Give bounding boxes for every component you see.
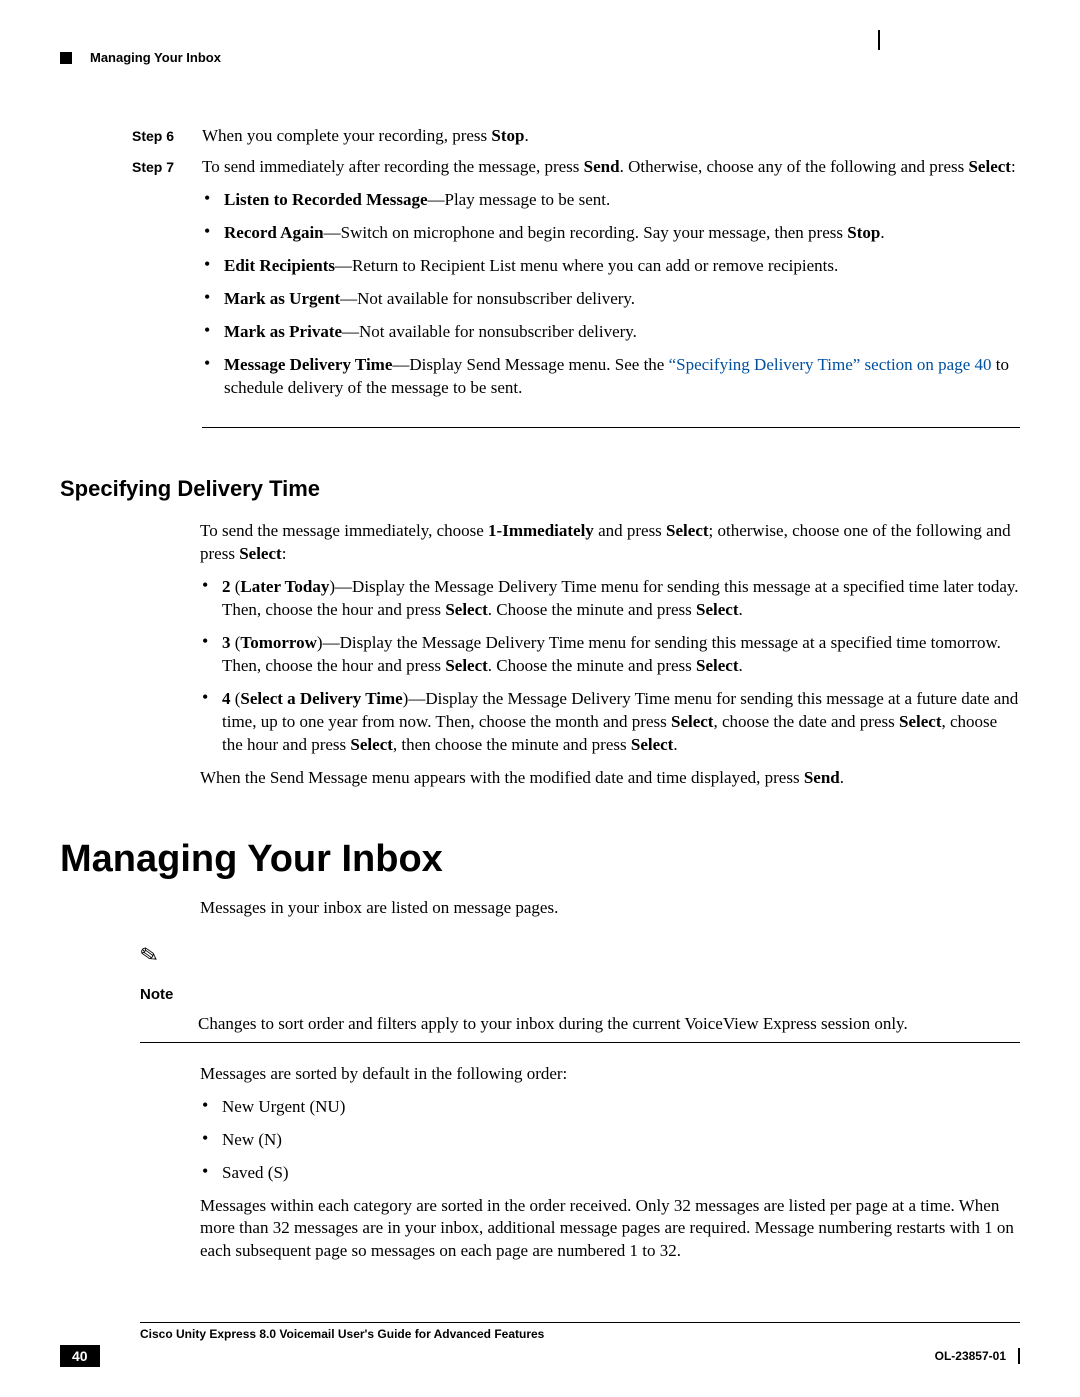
note-row: ✎ Note Changes to sort order and filters… — [140, 944, 1020, 1043]
note-text: Changes to sort order and filters apply … — [198, 1013, 1020, 1036]
list-item: Message Delivery Time—Display Send Messa… — [202, 354, 1020, 400]
step-row: Step 7 To send immediately after recordi… — [132, 156, 1020, 410]
note-block: ✎ Note Changes to sort order and filters… — [140, 944, 1020, 1043]
list-item: Record Again—Switch on microphone and be… — [202, 222, 1020, 245]
step-intro: To send immediately after recording the … — [202, 156, 1020, 179]
crop-mark-top — [878, 30, 880, 50]
footer-doc-title: Cisco Unity Express 8.0 Voicemail User's… — [140, 1327, 1020, 1341]
note-head: ✎ Note — [140, 944, 198, 1036]
paragraph: Messages within each category are sorted… — [200, 1195, 1020, 1264]
chapter-heading: Managing Your Inbox — [60, 838, 1020, 881]
list-item: 3 (Tomorrow)—Display the Message Deliver… — [200, 632, 1020, 678]
list-item: Mark as Urgent—Not available for nonsubs… — [202, 288, 1020, 311]
step-label: Step 7 — [132, 156, 202, 410]
running-header: Managing Your Inbox — [60, 50, 1020, 65]
step-body: To send immediately after recording the … — [202, 156, 1020, 410]
step-row: Step 6 When you complete your recording,… — [132, 125, 1020, 148]
crop-mark-bottom — [1018, 1348, 1020, 1364]
page: Managing Your Inbox Step 6 When you comp… — [0, 0, 1080, 1397]
paragraph: Messages in your inbox are listed on mes… — [200, 897, 1020, 920]
list-item: Listen to Recorded Message—Play message … — [202, 189, 1020, 212]
section-body: Messages in your inbox are listed on mes… — [200, 897, 1020, 920]
steps-divider — [202, 427, 1020, 428]
list-item: 2 (Later Today)—Display the Message Deli… — [200, 576, 1020, 622]
list-item: Saved (S) — [200, 1162, 1020, 1185]
list-item: New Urgent (NU) — [200, 1096, 1020, 1119]
section-heading: Specifying Delivery Time — [60, 476, 1020, 502]
footer-row: 40 OL-23857-01 — [60, 1345, 1020, 1367]
section-body: Messages are sorted by default in the fo… — [200, 1063, 1020, 1264]
pencil-icon: ✎ — [138, 942, 167, 968]
doc-id: OL-23857-01 — [935, 1349, 1012, 1363]
running-title: Managing Your Inbox — [90, 50, 221, 65]
paragraph: Messages are sorted by default in the fo… — [200, 1063, 1020, 1086]
footer-right: OL-23857-01 — [935, 1347, 1020, 1365]
steps-block: Step 6 When you complete your recording,… — [132, 125, 1020, 428]
list-item: 4 (Select a Delivery Time)—Display the M… — [200, 688, 1020, 757]
list-item: New (N) — [200, 1129, 1020, 1152]
sort-order-list: New Urgent (NU) New (N) Saved (S) — [200, 1096, 1020, 1185]
header-square-icon — [60, 52, 72, 64]
step-body: When you complete your recording, press … — [202, 125, 1020, 148]
section-intro: To send the message immediately, choose … — [200, 520, 1020, 566]
page-footer: Cisco Unity Express 8.0 Voicemail User's… — [60, 1322, 1020, 1367]
section-body: To send the message immediately, choose … — [200, 520, 1020, 789]
section-bullets: 2 (Later Today)—Display the Message Deli… — [200, 576, 1020, 757]
list-item: Mark as Private—Not available for nonsub… — [202, 321, 1020, 344]
section-outro: When the Send Message menu appears with … — [200, 767, 1020, 790]
page-number: 40 — [60, 1345, 100, 1367]
list-item: Edit Recipients—Return to Recipient List… — [202, 255, 1020, 278]
step-label: Step 6 — [132, 125, 202, 148]
step-bullets: Listen to Recorded Message—Play message … — [202, 189, 1020, 400]
note-label: Note — [140, 986, 173, 1036]
